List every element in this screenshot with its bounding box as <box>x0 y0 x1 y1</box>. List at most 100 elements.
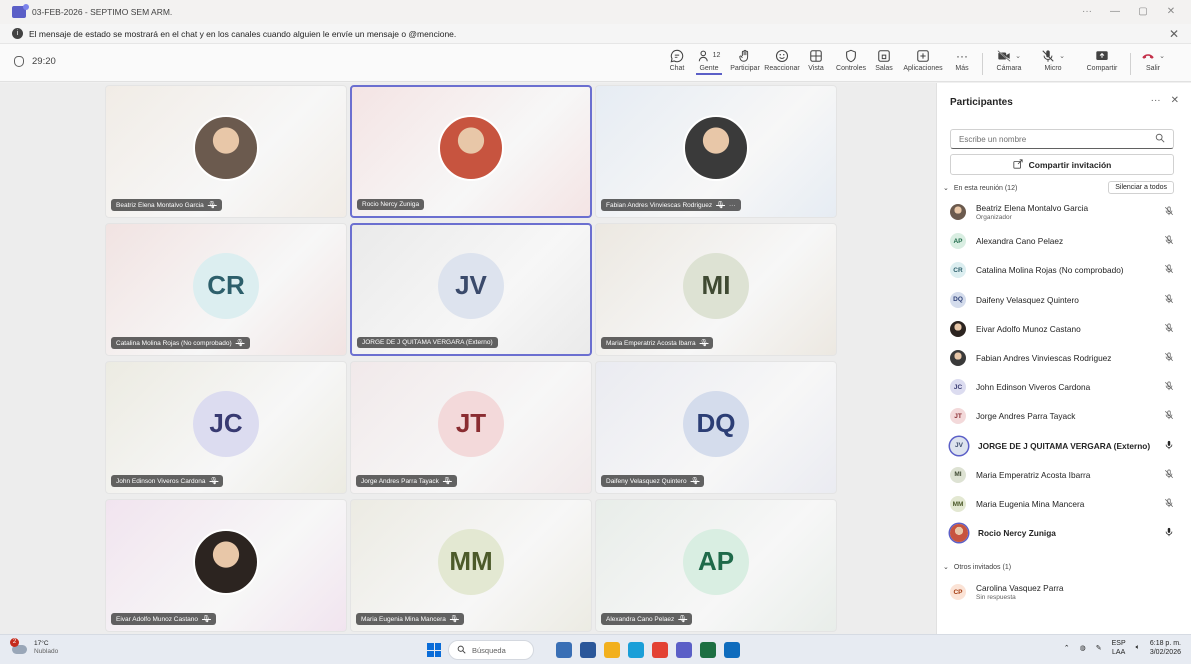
mic-muted-icon[interactable] <box>1164 410 1174 422</box>
video-tile[interactable]: JT Jorge Andres Parra Tayack 🎙︎ <box>350 361 592 494</box>
leave-label: Salir <box>1145 65 1160 72</box>
video-tile[interactable]: AP Alexandra Cano Pelaez 🎙︎ <box>595 499 837 632</box>
volume-icon[interactable]: 🔈︎ <box>1136 644 1140 652</box>
mic-muted-icon[interactable] <box>1164 352 1174 364</box>
video-tile[interactable]: MI Maria Emperatriz Acosta Ibarra 🎙︎ <box>595 223 837 356</box>
mic-icon[interactable] <box>1164 440 1174 452</box>
apps-button[interactable]: Aplicaciones <box>902 48 944 72</box>
excel-app-icon[interactable] <box>700 642 716 658</box>
in-meeting-section-toggle[interactable]: ⌄ En esta reunión (12) <box>943 184 1017 193</box>
participant-row[interactable]: JV JORGE DE J QUITAMA VERGARA (Externo) <box>950 433 1178 459</box>
edge-app-icon[interactable] <box>628 642 644 658</box>
mic-muted-icon[interactable] <box>1164 469 1174 481</box>
camera-button[interactable]: ⌄ Cámara <box>992 48 1026 72</box>
video-tile[interactable]: Rocio Nercy Zuniga <box>350 85 592 218</box>
mic-icon[interactable] <box>1164 527 1174 539</box>
participant-row[interactable]: JC John Edinson Viveros Cardona <box>950 374 1178 400</box>
hand-icon <box>730 48 760 63</box>
participant-role: Organizador <box>976 214 1012 221</box>
outlook-app-icon[interactable] <box>724 642 740 658</box>
tile-more-icon[interactable]: ··· <box>729 202 736 209</box>
mic-muted-tray-icon[interactable]: ✎ <box>1096 644 1102 652</box>
participants-panel: Participantes ··· ✕ Escribe un nombre Co… <box>936 83 1191 634</box>
participant-name: Maria Emperatriz Acosta Ibarra <box>976 469 1091 480</box>
panel-more-button[interactable]: ··· <box>1151 95 1161 106</box>
tile-participant-name: Maria Emperatriz Acosta Ibarra <box>606 339 696 347</box>
participant-row[interactable]: MM Maria Eugenia Mina Mancera <box>950 491 1178 517</box>
controls-button[interactable]: Controles <box>834 48 868 72</box>
participant-row[interactable]: Eivar Adolfo Munoz Castano <box>950 316 1178 342</box>
chevron-up-icon[interactable]: ⌃ <box>1064 644 1070 652</box>
maximize-button[interactable]: ▢ <box>1129 0 1157 24</box>
close-window-button[interactable]: ✕ <box>1157 0 1185 24</box>
mic-muted-icon[interactable] <box>1164 323 1174 335</box>
video-tile[interactable]: Fabian Andres Vinviescas Rodriguez 🎙︎ ··· <box>595 85 837 218</box>
participant-row[interactable]: JT Jorge Andres Parra Tayack <box>950 403 1178 429</box>
mic-button[interactable]: ⌄ Micro <box>1040 48 1066 72</box>
react-button[interactable]: Reaccionar <box>764 48 800 72</box>
participant-row[interactable]: MI Maria Emperatriz Acosta Ibarra <box>950 462 1178 488</box>
participant-name: Daifeny Velasquez Quintero <box>976 294 1079 305</box>
language-indicator[interactable]: ESP LAA <box>1112 639 1126 657</box>
files-app-icon[interactable] <box>556 642 572 658</box>
taskbar-search[interactable]: Búsqueda <box>448 640 534 660</box>
video-tile[interactable]: MM Maria Eugenia Mina Mancera 🎙︎ <box>350 499 592 632</box>
others-section-toggle[interactable]: ⌄ Otros invitados (1) <box>943 563 1011 572</box>
video-tile[interactable]: Eivar Adolfo Munoz Castano 🎙︎ <box>105 499 347 632</box>
video-tile[interactable]: DQ Daifeny Velasquez Quintero 🎙︎ <box>595 361 837 494</box>
window-more-button[interactable]: ··· <box>1073 0 1101 24</box>
mic-muted-icon: 🎙︎ <box>678 616 688 623</box>
share-button[interactable]: Compartir <box>1084 48 1120 72</box>
video-tile[interactable]: CR Catalina Molina Rojas (No comprobado) 🎙… <box>105 223 347 356</box>
mic-muted-icon[interactable] <box>1164 235 1174 247</box>
video-tile[interactable]: JC John Edinson Viveros Cardona 🎙︎ <box>105 361 347 494</box>
meeting-toolbar: 29:20 Chat 12 Gente Participar Reacciona… <box>0 44 1191 82</box>
participant-row[interactable]: Fabian Andres Vinviescas Rodriguez <box>950 345 1178 371</box>
share-label: Compartir <box>1086 65 1118 72</box>
mic-muted-icon[interactable] <box>1164 498 1174 510</box>
rooms-button[interactable]: Salas <box>874 48 894 72</box>
mic-muted-icon[interactable] <box>1164 294 1174 306</box>
participant-name-block: Maria Emperatriz Acosta Ibarra <box>976 470 1090 480</box>
participant-search-input[interactable]: Escribe un nombre <box>950 129 1174 149</box>
mic-muted-icon[interactable] <box>1164 206 1174 218</box>
tile-participant-name: Jorge Andres Parra Tayack <box>361 477 439 485</box>
participant-row[interactable]: DQ Daifeny Velasquez Quintero <box>950 287 1178 313</box>
raise-hand-button[interactable]: Participar <box>730 48 760 72</box>
mic-muted-icon[interactable] <box>1164 264 1174 276</box>
invitee-row[interactable]: CP Carolina Vasquez Parra Sin respuesta <box>950 579 1178 605</box>
participant-row[interactable]: Rocio Nercy Zuniga <box>950 520 1178 546</box>
panel-controls: ··· ✕ <box>1151 95 1179 106</box>
notification-close-button[interactable]: ✕ <box>1169 27 1179 41</box>
video-tile[interactable]: JV JORGE DE J QUITAMA VERGARA (Externo) <box>350 223 592 356</box>
network-icon[interactable]: ◍ <box>1080 644 1086 652</box>
chat-button[interactable]: Chat <box>666 48 688 72</box>
participant-row[interactable]: Beatriz Elena Montalvo Garcia Organizador <box>950 199 1178 225</box>
store-app-icon[interactable] <box>580 642 596 658</box>
invitee-status: Sin respuesta <box>976 594 1016 601</box>
people-button[interactable]: 12 Gente <box>696 48 722 75</box>
video-tile[interactable]: Beatriz Elena Montalvo Garcia 🎙︎ <box>105 85 347 218</box>
mute-all-button[interactable]: Silenciar a todos <box>1108 181 1174 194</box>
minimize-button[interactable]: — <box>1101 0 1129 24</box>
share-invite-button[interactable]: Compartir invitación <box>950 154 1174 175</box>
clock[interactable]: 6:18 p. m. 3/02/2026 <box>1150 639 1181 657</box>
participant-row[interactable]: AP Alexandra Cano Pelaez <box>950 228 1178 254</box>
explorer-app-icon[interactable] <box>604 642 620 658</box>
chrome-app-icon[interactable] <box>652 642 668 658</box>
mic-muted-icon[interactable] <box>1164 381 1174 393</box>
grid-icon <box>806 48 826 63</box>
leave-button[interactable]: ⌄ Salir <box>1138 48 1168 72</box>
participant-photo <box>950 204 966 220</box>
participant-initials-avatar: AP <box>950 233 966 250</box>
participant-row[interactable]: CR Catalina Molina Rojas (No comprobado) <box>950 257 1178 283</box>
more-button[interactable]: ··· Más <box>952 48 972 73</box>
participant-photo <box>438 114 504 181</box>
weather-widget[interactable]: 2 17°C Nublado <box>10 638 58 656</box>
panel-close-button[interactable]: ✕ <box>1171 95 1179 106</box>
view-button[interactable]: Vista <box>806 48 826 72</box>
participant-photo <box>193 114 259 181</box>
participant-initials-avatar: MI <box>683 252 749 319</box>
teams-app-icon[interactable] <box>676 642 692 658</box>
start-button[interactable] <box>427 643 441 657</box>
